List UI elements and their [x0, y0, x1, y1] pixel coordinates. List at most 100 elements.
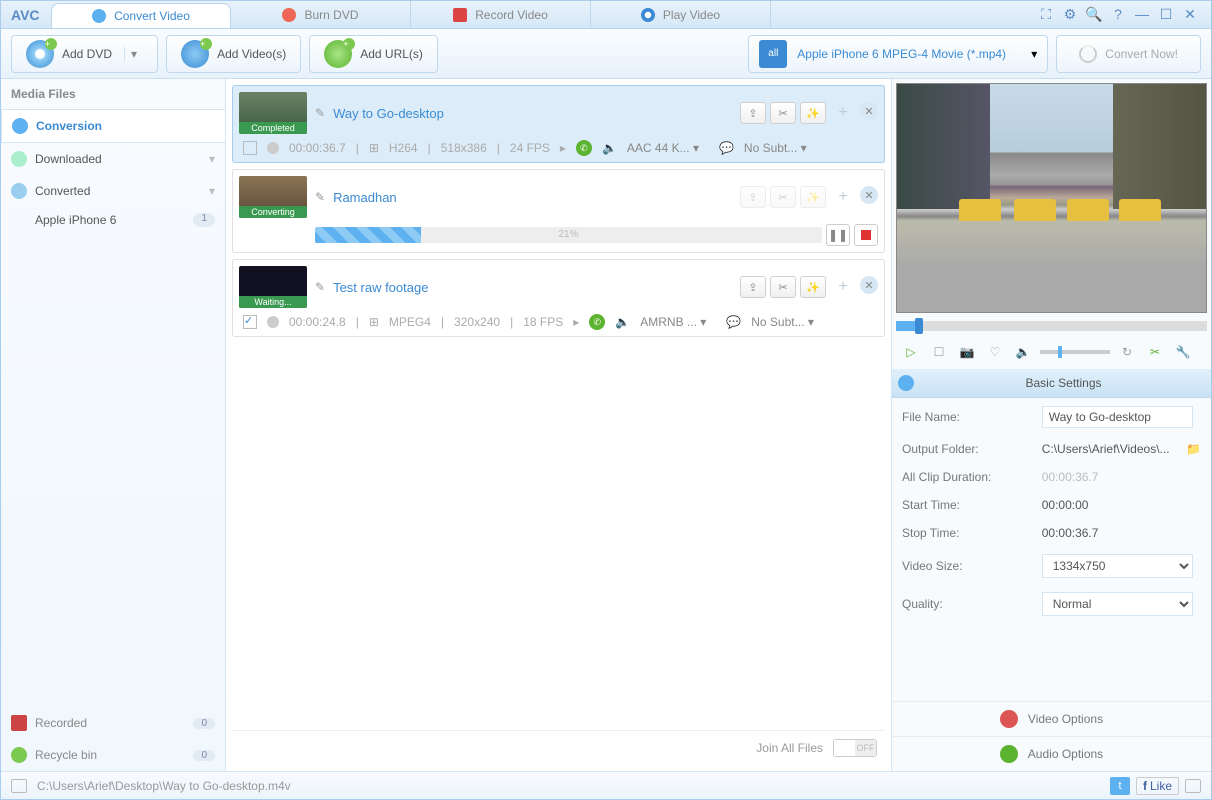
record-icon: [453, 8, 467, 22]
sidebar-item-converted[interactable]: Converted▾: [1, 175, 225, 207]
cut-button[interactable]: ✂: [770, 276, 796, 298]
edit-icon[interactable]: ✎: [315, 280, 325, 294]
search-icon[interactable]: 🔍: [1085, 6, 1103, 24]
gear-icon[interactable]: ⚙: [1061, 6, 1079, 24]
speaker-icon: 🔈: [602, 141, 617, 155]
add-button[interactable]: +: [830, 186, 856, 208]
volume-slider[interactable]: [1040, 350, 1110, 354]
thumbnail: Completed: [239, 92, 307, 134]
clock-icon: [267, 316, 279, 328]
snapshot-button[interactable]: 📷: [956, 341, 978, 363]
add-dvd-button[interactable]: Add DVD▾: [11, 35, 158, 73]
status-bar: C:\Users\Arief\Desktop\Way to Go-desktop…: [1, 771, 1211, 799]
tab-convert[interactable]: Convert Video: [51, 3, 231, 28]
preview-panel: ▷ ☐ 📷 ♡ 🔈 ↻ ✂ 🔧 Basic Settings File Name…: [891, 79, 1211, 771]
file-row[interactable]: Waiting... ✎ Test raw footage ⇪ ✂ ✨ + ✕ …: [232, 259, 885, 337]
folder-icon[interactable]: 📁: [1186, 442, 1201, 456]
app-logo: AVC: [1, 7, 51, 23]
wand-button[interactable]: ✨: [800, 276, 826, 298]
file-name: Ramadhan: [333, 190, 397, 205]
rotate-button[interactable]: ↻: [1116, 341, 1138, 363]
add-urls-button[interactable]: Add URL(s): [309, 35, 438, 73]
cut-button[interactable]: ✂: [770, 102, 796, 124]
file-row[interactable]: Completed ✎ Way to Go-desktop ⇪ ✂ ✨ + ✕ …: [232, 85, 885, 163]
wand-button[interactable]: 🔧: [1172, 341, 1194, 363]
next-icon[interactable]: [1185, 779, 1201, 793]
video-options-header[interactable]: Video Options: [892, 701, 1211, 736]
chevron-down-icon[interactable]: ▾: [124, 47, 143, 61]
output-profile-select[interactable]: allApple iPhone 6 MPEG-4 Movie (*.mp4)▾: [748, 35, 1048, 73]
seek-bar[interactable]: [896, 321, 1207, 331]
video-preview[interactable]: [896, 83, 1207, 313]
subtitle-select[interactable]: No Subt... ▾: [744, 141, 817, 155]
add-button[interactable]: +: [830, 102, 856, 124]
remove-button[interactable]: ✕: [860, 102, 878, 120]
checkbox[interactable]: [243, 315, 257, 329]
add-button[interactable]: +: [830, 276, 856, 298]
edit-icon[interactable]: ✎: [315, 106, 325, 120]
join-files-row: Join All Files OFF: [232, 730, 885, 765]
share-button[interactable]: ⇪: [740, 102, 766, 124]
remove-button[interactable]: ✕: [860, 186, 878, 204]
sidebar-item-recorded[interactable]: Recorded0: [1, 707, 225, 739]
sidebar-device-item[interactable]: Apple iPhone 61: [1, 207, 225, 233]
audio-options-header[interactable]: Audio Options: [892, 736, 1211, 771]
file-row[interactable]: Converting ✎ Ramadhan ⇪ ✂ ✨ + ✕ 21%: [232, 169, 885, 253]
maximize-icon[interactable]: ☐: [1157, 6, 1175, 24]
crop-button[interactable]: ✂: [1144, 341, 1166, 363]
sidebar-item-downloaded[interactable]: Downloaded▾: [1, 143, 225, 175]
phone-icon[interactable]: ✆: [589, 314, 605, 330]
prev-icon[interactable]: [11, 779, 27, 793]
sidebar-item-recycle[interactable]: Recycle bin0: [1, 739, 225, 771]
expand-icon[interactable]: ⛶: [1037, 6, 1055, 24]
convert-now-button[interactable]: Convert Now!: [1056, 35, 1201, 73]
converted-icon: [11, 183, 27, 199]
status-badge: Waiting...: [239, 296, 307, 308]
checkbox[interactable]: [243, 141, 257, 155]
recorded-icon: [11, 715, 27, 731]
twitter-button[interactable]: t: [1110, 777, 1130, 795]
filename-input[interactable]: [1042, 406, 1193, 428]
wand-button[interactable]: ✨: [800, 102, 826, 124]
phone-icon[interactable]: ✆: [576, 140, 592, 156]
subtitle-select[interactable]: No Subt... ▾: [751, 315, 824, 329]
video-icon: [1000, 710, 1018, 728]
audio-select[interactable]: AAC 44 K... ▾: [627, 141, 709, 155]
download-icon: [11, 151, 27, 167]
convert-icon: [92, 9, 106, 23]
codec-icon: ⊞: [369, 141, 379, 155]
minimize-icon[interactable]: —: [1133, 6, 1151, 24]
video-size-select[interactable]: 1334x750: [1042, 554, 1193, 578]
share-button[interactable]: ⇪: [740, 276, 766, 298]
stop-button[interactable]: ☐: [928, 341, 950, 363]
globe-icon: [898, 375, 914, 391]
close-icon[interactable]: ✕: [1181, 6, 1199, 24]
play-button[interactable]: ▷: [900, 341, 922, 363]
tab-burn[interactable]: Burn DVD: [231, 1, 411, 28]
chevron-down-icon: ▾: [209, 152, 215, 166]
cut-button: ✂: [770, 186, 796, 208]
facebook-like-button[interactable]: f Like: [1136, 777, 1179, 795]
app-window: AVC Convert Video Burn DVD Record Video …: [0, 0, 1212, 800]
loop-button[interactable]: ♡: [984, 341, 1006, 363]
add-videos-button[interactable]: Add Video(s): [166, 35, 301, 73]
quality-select[interactable]: Normal: [1042, 592, 1193, 616]
clock-icon: [267, 142, 279, 154]
settings-table: File Name: Output Folder:C:\Users\Arief\…: [892, 398, 1211, 624]
audio-select[interactable]: AMRNB ... ▾: [640, 315, 716, 329]
tab-play[interactable]: Play Video: [591, 1, 771, 28]
file-name: Test raw footage: [333, 280, 428, 295]
remove-button[interactable]: ✕: [860, 276, 878, 294]
stop-button[interactable]: [854, 224, 878, 246]
volume-button[interactable]: 🔈: [1012, 341, 1034, 363]
help-icon[interactable]: ?: [1109, 6, 1127, 24]
pause-button[interactable]: ❚❚: [826, 224, 850, 246]
video-icon: [181, 40, 209, 68]
basic-settings-header[interactable]: Basic Settings: [892, 369, 1211, 398]
sidebar-item-conversion[interactable]: Conversion: [1, 109, 225, 143]
join-toggle[interactable]: OFF: [833, 739, 877, 757]
chevron-down-icon: ▾: [1031, 47, 1037, 61]
window-controls: ⛶ ⚙ 🔍 ? — ☐ ✕: [1025, 6, 1211, 24]
edit-icon[interactable]: ✎: [315, 190, 325, 204]
tab-record[interactable]: Record Video: [411, 1, 591, 28]
